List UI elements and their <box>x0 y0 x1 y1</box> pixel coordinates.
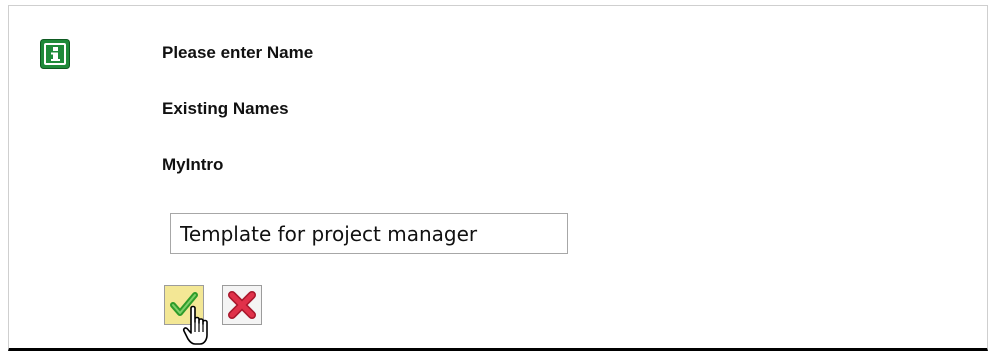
cancel-button[interactable] <box>222 285 262 325</box>
existing-name-item: MyIntro <box>162 155 224 174</box>
close-x-icon <box>228 291 256 319</box>
info-icon <box>40 39 70 69</box>
name-dialog: Please enter Name Existing Names MyIntro <box>8 5 988 351</box>
prompt-label: Please enter Name <box>162 43 314 62</box>
name-input[interactable] <box>170 213 568 254</box>
existing-names-label: Existing Names <box>162 99 289 118</box>
checkmark-icon <box>170 292 198 316</box>
confirm-button[interactable] <box>164 285 204 325</box>
